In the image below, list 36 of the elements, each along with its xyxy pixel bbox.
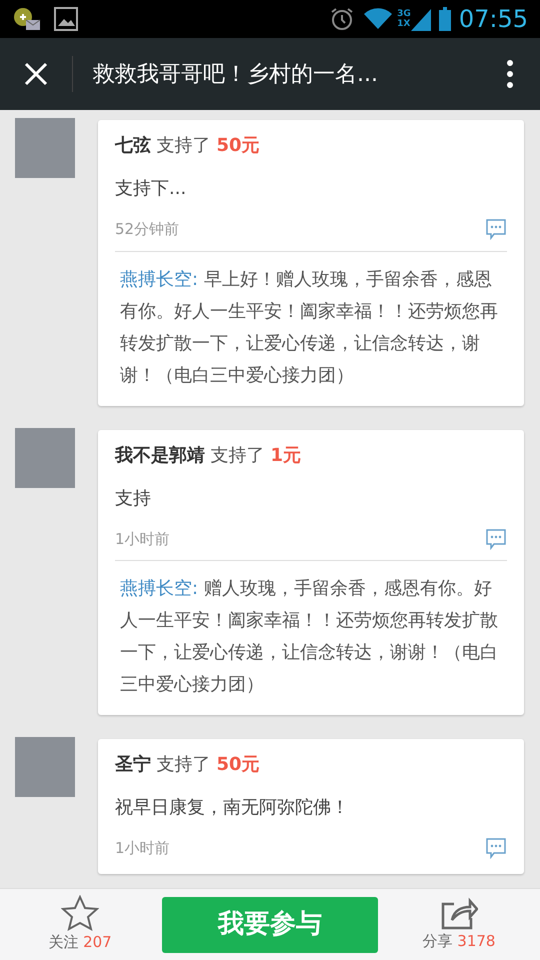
battery-icon [438, 7, 451, 31]
comment-text: 支持 [115, 486, 152, 510]
follow-label: 关注 207 [48, 932, 112, 954]
signal-icon [410, 7, 431, 31]
star-icon [61, 895, 99, 932]
comment-time: 1小时前 [115, 528, 170, 550]
comment-time: 1小时前 [115, 838, 170, 859]
network-type-label: 1X [397, 19, 411, 29]
comment-icon[interactable] [485, 218, 507, 240]
share-label: 分享 3178 [422, 931, 496, 952]
support-line: 我不是郭靖 支持了 1元 [115, 444, 302, 468]
support-line: 七弦 支持了 50元 [115, 134, 261, 158]
avatar-photo-placeholder [15, 118, 75, 178]
comment-text: 支持下... [115, 177, 188, 201]
wifi-icon [363, 7, 394, 31]
comment-icon[interactable] [485, 837, 507, 860]
page-title: 救救我哥哥吧！乡村的一名... [93, 60, 379, 88]
reply-text: 燕搏长空: 早上好！赠人玫瑰，手留余香，感恩有你。好人一生平安！阖家幸福！！还劳烦您再转发扩散一下，让爱心传递，让信念转达，谢谢！（电白三中爱心接力团） [115, 250, 507, 392]
image-icon [54, 7, 78, 31]
share-icon [440, 896, 478, 930]
close-icon [24, 62, 48, 86]
comment-icon[interactable] [485, 528, 507, 550]
comment-time: 52分钟前 [115, 219, 180, 240]
reply-text: 燕搏长空: 赠人玫瑰，手留余香，感恩有你。好人一生平安！阖家幸福！！还劳烦您再转发扩散一下，让爱心传递，让信念转达，谢谢！（电白三中爱心接力团） [115, 560, 507, 701]
avatar-photo-placeholder [15, 428, 75, 488]
share-button[interactable]: 分享 3178 [378, 888, 540, 960]
network-type-label: 3G [397, 9, 411, 19]
support-line: 圣宁 支持了 50元 [115, 753, 261, 777]
follow-button[interactable]: 关注 207 [0, 888, 160, 960]
join-button[interactable]: 我要参与 [162, 896, 378, 952]
alarm-icon [329, 6, 356, 32]
comment-text: 祝早日康复，南无阿弥陀佛！ [115, 796, 350, 820]
avatar-photo-placeholder [15, 737, 75, 797]
clock-time: 07:55 [458, 4, 528, 35]
more-icon [506, 59, 514, 89]
app-notification-icon [12, 6, 42, 32]
